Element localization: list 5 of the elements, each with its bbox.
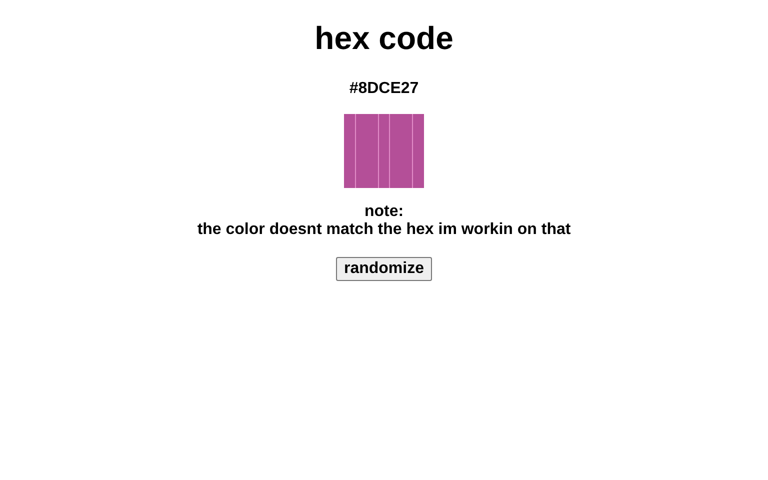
hex-code-text: #8DCE27	[349, 79, 419, 99]
note-text: the color doesnt match the hex im workin on that	[197, 221, 571, 239]
randomize-button[interactable]: randomize	[336, 257, 432, 281]
note-label: note:	[364, 203, 404, 221]
page-title: hex code	[314, 19, 454, 57]
